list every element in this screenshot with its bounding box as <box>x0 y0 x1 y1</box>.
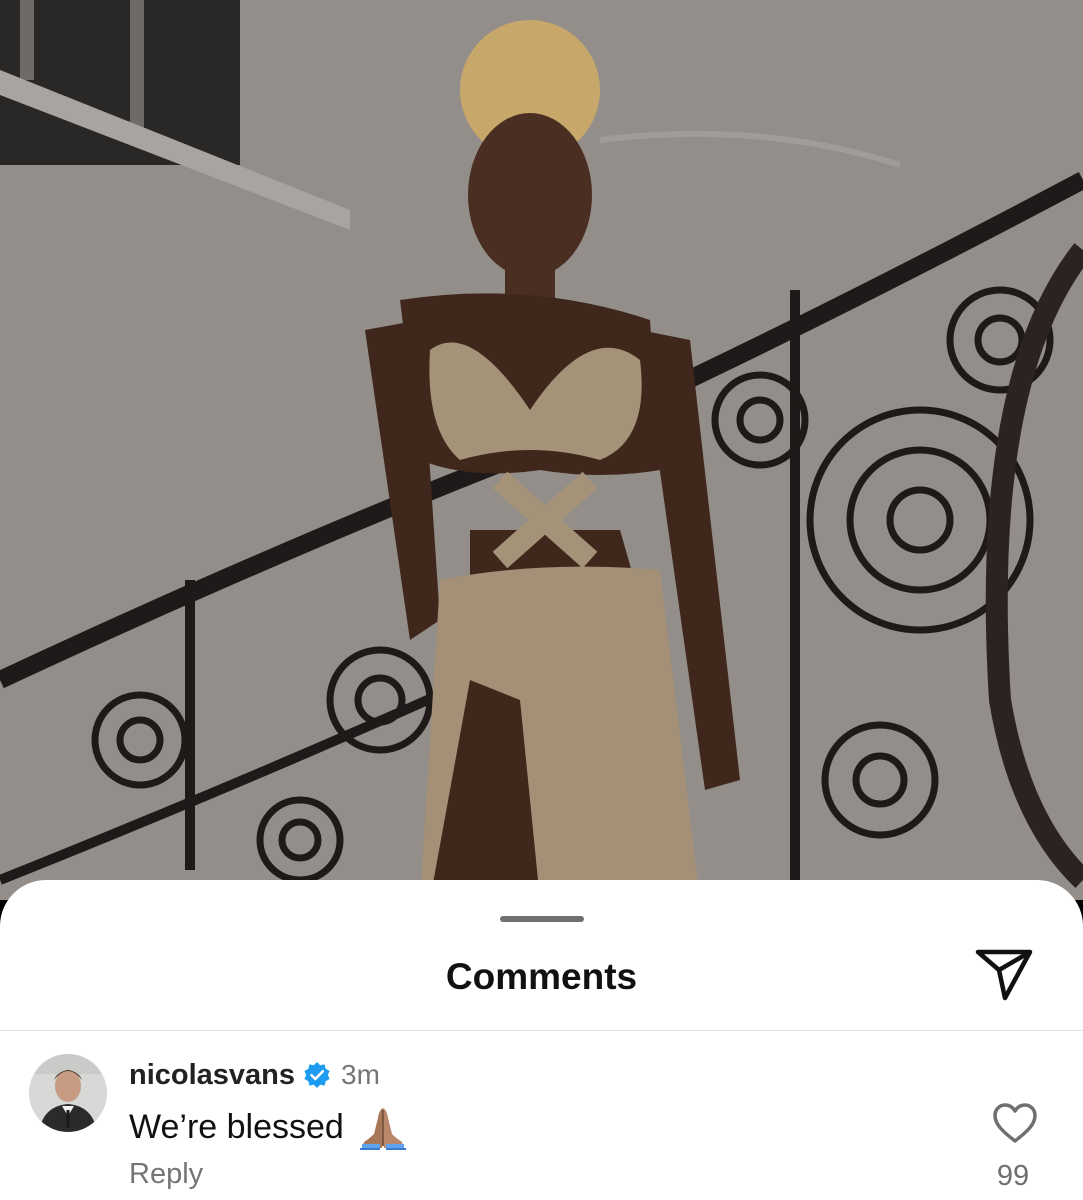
header-divider <box>0 1030 1083 1031</box>
heart-outline-icon[interactable] <box>992 1102 1038 1144</box>
comment-username[interactable]: nicolasvans <box>129 1059 295 1092</box>
comment-body: We’re blessed <box>129 1102 408 1152</box>
reply-button[interactable]: Reply <box>129 1158 203 1191</box>
comments-sheet: Comments nicolasvans 3m We’re blessed Re… <box>0 880 1083 1200</box>
sheet-grabber[interactable] <box>500 916 584 922</box>
verified-badge-icon <box>304 1062 330 1088</box>
like-count: 99 <box>996 1160 1030 1192</box>
post-photo <box>0 0 1083 900</box>
sheet-title: Comments <box>445 956 638 997</box>
avatar[interactable] <box>29 1054 107 1132</box>
folded-hands-emoji <box>359 1108 406 1150</box>
comment-header: nicolasvans 3m <box>129 1058 380 1092</box>
comment-time: 3m <box>341 1059 380 1090</box>
share-button[interactable] <box>972 946 1036 1004</box>
comment-text: We’re blessed <box>129 1107 344 1146</box>
paper-plane-icon <box>975 949 1033 1001</box>
